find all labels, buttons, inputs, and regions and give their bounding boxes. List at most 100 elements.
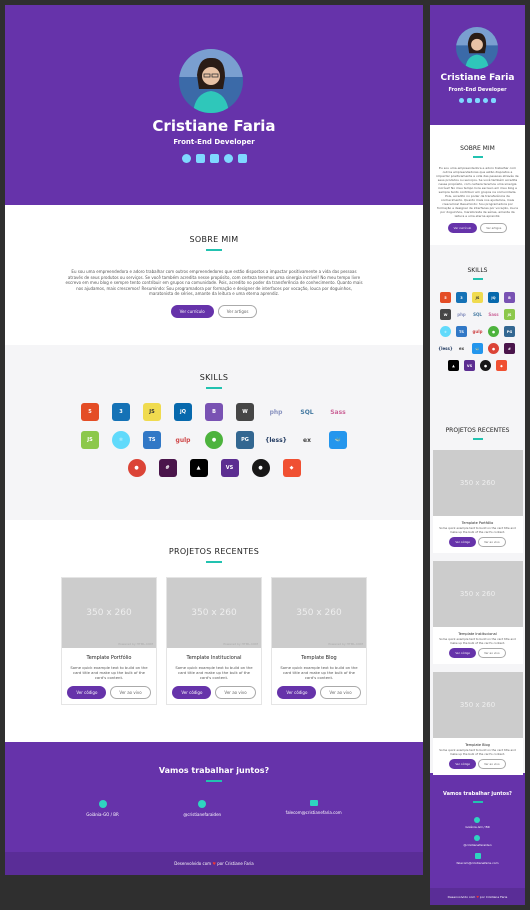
view-code-button[interactable]: Ver código: [277, 686, 317, 699]
project-card: 350 x 260 Powered by HTML.COM Template I…: [166, 577, 262, 705]
projects-section: PROJETOS RECENTES 350 x 260 Template Por…: [430, 405, 525, 775]
project-title: Template Portfólio: [86, 655, 132, 661]
chrome-icon: ●: [488, 343, 499, 354]
view-code-button[interactable]: Ver código: [172, 686, 212, 699]
project-text: Some quick example text to build on the …: [439, 637, 516, 645]
projects-title: PROJETOS RECENTES: [168, 547, 260, 556]
contact-email[interactable]: falecom@cristianefaria.com: [286, 800, 342, 817]
view-code-button[interactable]: Ver código: [67, 686, 107, 699]
skills-section: SKILLS 5 3 JS jQ B Wphp SQL Sass JS ⚛ TS gulp ● PG {le…: [430, 245, 525, 405]
wordpress-icon: W: [440, 309, 451, 320]
desktop-view: Cristiane Faria Front-End Developer SOBR…: [5, 5, 423, 875]
profile-role: Front-End Developer: [173, 138, 255, 146]
title-underline: [206, 249, 222, 251]
project-title: Template Portfólio: [461, 521, 494, 525]
placeholder-text: 350 x 260: [86, 608, 132, 618]
twitter-icon[interactable]: [491, 98, 496, 103]
mysql-icon: SQL: [473, 312, 482, 317]
placeholder-text: 350 x 260: [459, 701, 496, 709]
footer-prefix: Desenvolvido com: [447, 894, 476, 899]
contact-email[interactable]: falecom@cristianefaria.com: [456, 853, 499, 865]
project-card: 350 x 260 Powered by HTML.COM Template P…: [61, 577, 157, 705]
about-title: SOBRE MIM: [460, 145, 495, 152]
placeholder-credit: Powered by HTML.COM: [118, 642, 153, 646]
github-icon[interactable]: [181, 154, 191, 163]
skills-grid: 5 3 JS jQ B Wphp SQL Sass JS ⚛ TS gulp ● PG {less} ex 🐳 ●…: [69, 403, 359, 477]
footer-author: por Cristiane Faria: [217, 861, 254, 866]
inkscape-icon: ▲: [448, 360, 459, 371]
project-image: 350 x 260: [432, 672, 523, 738]
project-image: 350 x 260: [432, 561, 523, 627]
css3-icon: 3: [456, 292, 467, 303]
typescript-icon: TS: [456, 326, 467, 337]
php-icon: php: [269, 408, 283, 416]
articles-button[interactable]: Ver artigos: [217, 304, 258, 318]
resume-button[interactable]: Ver currículo: [170, 304, 214, 318]
project-cards: 350 x 260 Powered by HTML.COM Template P…: [5, 577, 423, 705]
contact-text: @cristianefaraiden: [183, 812, 222, 817]
project-text: Some quick example text to build on the …: [439, 748, 516, 756]
twitter-icon[interactable]: [237, 154, 247, 163]
dribbble-icon[interactable]: [483, 98, 488, 103]
map-pin-icon: [98, 800, 107, 808]
placeholder-credit: Powered by HTML.COM: [328, 642, 363, 646]
placeholder-text: 350 x 260: [459, 590, 496, 598]
project-cards: 350 x 260 Template Portfólio Some quick …: [430, 450, 525, 775]
contact-telegram[interactable]: @cristianefaraiden: [183, 800, 221, 817]
instagram-icon[interactable]: [209, 154, 219, 163]
social-links: [430, 98, 525, 103]
view-code-button[interactable]: Ver código: [449, 648, 477, 658]
less-icon: {less}: [265, 436, 287, 444]
linkedin-icon[interactable]: [467, 98, 472, 103]
visual-studio-icon: VS: [220, 459, 239, 477]
footer: Desenvolvido com ♥ por Cristiane Faria: [430, 888, 525, 905]
skills-section: SKILLS 5 3 JS jQ B Wphp SQL Sass JS ⚛ TS gulp ● PG {le…: [5, 345, 423, 520]
footer-prefix: Desenvolvido com: [174, 861, 212, 866]
github-icon[interactable]: [459, 98, 464, 103]
view-code-button[interactable]: Ver código: [449, 537, 477, 547]
contact-list: Goiânia-GO / BR @cristianefaraiden falec…: [430, 817, 525, 865]
hero-section: Cristiane Faria Front-End Developer: [430, 5, 525, 125]
contact-title: Vamos trabalhar juntos?: [443, 791, 512, 797]
sass-icon: Sass: [330, 408, 346, 416]
project-image: 350 x 260: [432, 450, 523, 516]
contact-text: falecom@cristianefaria.com: [285, 810, 342, 815]
view-live-button[interactable]: Ver ao vivo: [215, 686, 256, 699]
visual-studio-icon: VS: [464, 360, 475, 371]
inkscape-icon: ▲: [189, 459, 208, 477]
view-live-button[interactable]: Ver ao vivo: [320, 686, 361, 699]
project-title: Template Institucional: [186, 655, 242, 661]
title-underline: [206, 561, 222, 563]
skills-grid: 5 3 JS jQ B Wphp SQL Sass JS ⚛ TS gulp ● PG {less} ex 🐳 ●…: [435, 292, 520, 371]
project-title: Template Institucional: [458, 632, 497, 636]
nodejs-icon: JS: [81, 431, 99, 449]
telegram-icon: [198, 800, 207, 808]
project-card: 350 x 260 Powered by HTML.COM Template B…: [271, 577, 367, 705]
resume-button[interactable]: Ver currículo: [447, 223, 478, 233]
projects-title: PROJETOS RECENTES: [445, 427, 510, 434]
instagram-icon[interactable]: [475, 98, 480, 103]
map-pin-icon: [474, 817, 481, 823]
view-live-button[interactable]: Ver ao vivo: [478, 759, 506, 769]
articles-button[interactable]: Ver artigos: [480, 223, 508, 233]
contact-text: falecom@cristianefaria.com: [456, 861, 499, 865]
php-icon: php: [457, 312, 466, 317]
contact-section: Vamos trabalhar juntos? Goiânia-GO / BR …: [5, 742, 423, 852]
skills-title: SKILLS: [467, 267, 488, 274]
jquery-icon: jQ: [174, 403, 192, 421]
contact-telegram[interactable]: @cristianefaraiden: [463, 835, 492, 847]
footer-author: por Cristiane Faria: [479, 894, 508, 899]
typescript-icon: TS: [143, 431, 161, 449]
contact-location: Goiânia-GO / BR: [86, 800, 119, 817]
view-live-button[interactable]: Ver ao vivo: [478, 537, 506, 547]
dribbble-icon[interactable]: [223, 154, 233, 163]
view-code-button[interactable]: Ver código: [449, 759, 477, 769]
linkedin-icon[interactable]: [195, 154, 205, 163]
view-live-button[interactable]: Ver ao vivo: [110, 686, 151, 699]
avatar: [456, 27, 498, 69]
project-text: Some quick example text to build on the …: [280, 665, 358, 680]
slack-icon: #: [158, 459, 177, 477]
view-live-button[interactable]: Ver ao vivo: [478, 648, 506, 658]
contact-location: Goiânia-GO / BR: [465, 817, 490, 829]
docker-icon: 🐳: [472, 343, 483, 354]
